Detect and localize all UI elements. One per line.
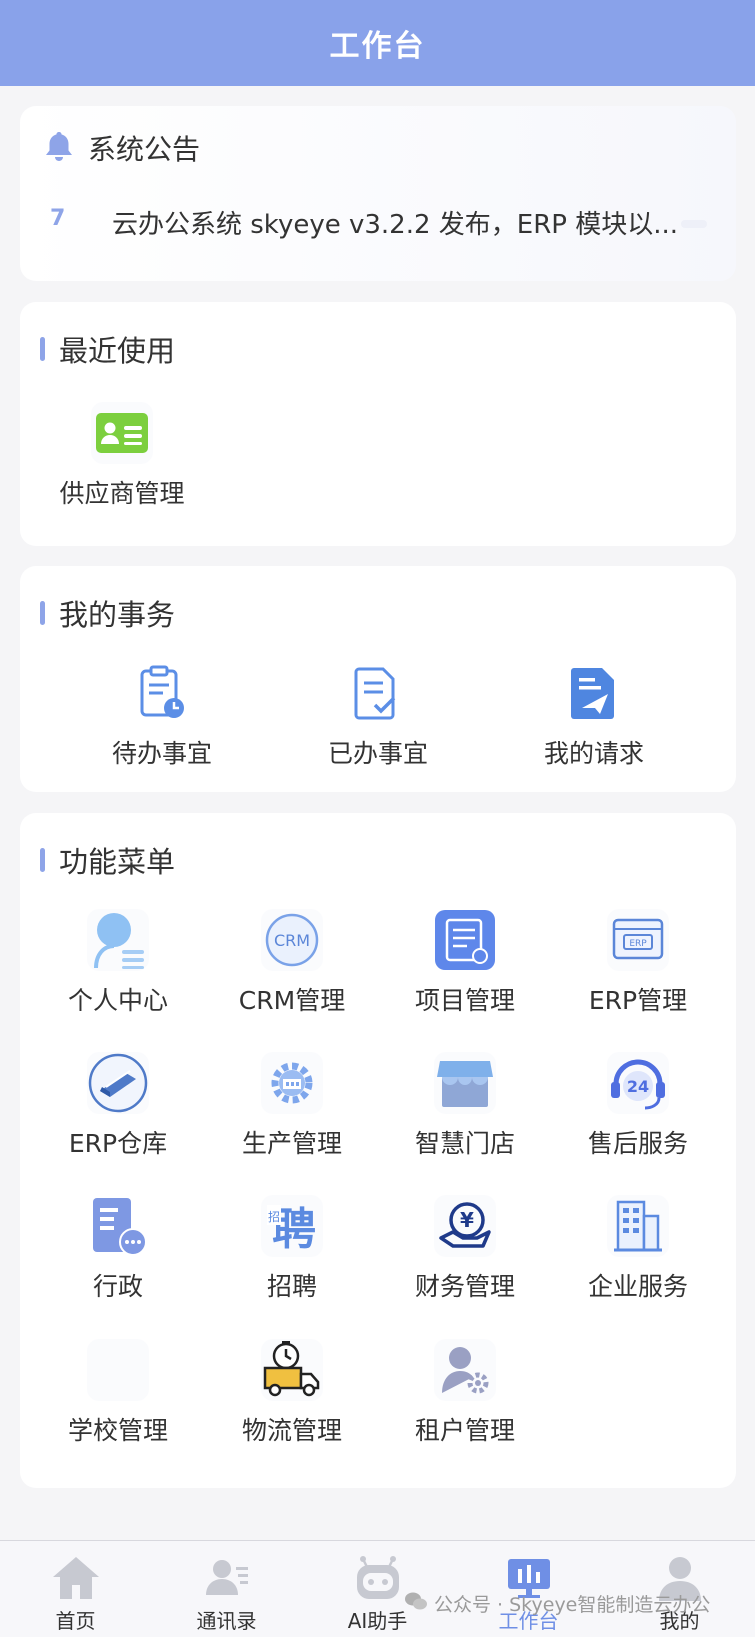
recent-card: 最近使用 供应商管理	[20, 302, 736, 546]
recruit-small-glyph: 招	[268, 1210, 280, 1224]
menu-item-enterprise[interactable]: 企业服务	[553, 1195, 723, 1303]
menu-item-finance[interactable]: ¥ 财务管理	[380, 1195, 550, 1303]
task-todo[interactable]: 待办事宜	[77, 662, 247, 770]
menu-item-personal[interactable]: 个人中心	[33, 909, 203, 1017]
tab-home[interactable]: 首页	[0, 1541, 151, 1634]
tasks-title: 我的事务	[59, 598, 176, 632]
menu-item-crm[interactable]: CRM CRM管理	[207, 909, 377, 1017]
menu-item-recruit[interactable]: 聘招 招聘	[207, 1195, 377, 1303]
task-request[interactable]: 我的请求	[509, 662, 679, 770]
title-accent-bar	[40, 601, 45, 625]
menu-item-project[interactable]: 项目管理	[380, 909, 550, 1017]
notice-title: 系统公告	[88, 133, 201, 166]
building-icon	[607, 1195, 669, 1257]
clipboard-clock-icon	[131, 662, 193, 724]
menu-item-warehouse[interactable]: ERP仓库	[33, 1052, 203, 1160]
menu-item-production[interactable]: 生产管理	[207, 1052, 377, 1160]
support-24-icon: 24	[607, 1052, 669, 1114]
menu-item-erp[interactable]: ERP ERP管理	[553, 909, 723, 1017]
erp-icon: ERP	[607, 909, 669, 971]
item-label: 待办事宜	[111, 739, 212, 768]
tab-ai-assistant[interactable]: AI助手	[302, 1541, 453, 1634]
item-label: 财务管理	[414, 1272, 515, 1301]
bottom-tabbar: 首页 通讯录 AI助手 工作台 我的	[0, 1540, 755, 1637]
notice-card[interactable]: 系统公告 7 云办公系统 skyeye v3.2.2 发布，ERP 模块以...	[20, 106, 736, 281]
section-title: 我的事务	[40, 592, 175, 634]
store-icon	[434, 1052, 496, 1114]
item-label: CRM管理	[238, 986, 346, 1015]
supplier-card-icon	[91, 402, 153, 464]
watermark-text: 公众号 · Skyeye智能制造云办公	[434, 1594, 711, 1616]
tenant-icon	[434, 1339, 496, 1401]
item-label: 我的请求	[543, 739, 644, 768]
tab-mine[interactable]: 我的	[604, 1541, 755, 1634]
recruit-icon: 聘招	[261, 1195, 323, 1257]
page-title: 工作台	[329, 29, 426, 64]
section-title: 最近使用	[40, 328, 175, 370]
school-icon	[87, 1339, 149, 1401]
item-label: 租户管理	[414, 1416, 515, 1445]
item-label: 智慧门店	[414, 1129, 515, 1158]
menu-item-admin[interactable]: 行政	[33, 1195, 203, 1303]
item-label: 学校管理	[67, 1416, 168, 1445]
document-send-icon	[563, 662, 625, 724]
tab-contacts[interactable]: 通讯录	[151, 1541, 302, 1634]
robot-icon	[353, 1553, 403, 1603]
logistics-truck-icon	[261, 1339, 323, 1401]
item-label: 个人中心	[67, 986, 168, 1015]
finance-yen-icon: ¥	[434, 1195, 496, 1257]
contacts-icon	[202, 1553, 252, 1603]
wechat-icon	[404, 1591, 428, 1616]
support-glyph: 24	[627, 1077, 649, 1096]
menu-item-support[interactable]: 24 售后服务	[553, 1052, 723, 1160]
menu-item-logistics[interactable]: 物流管理	[207, 1339, 377, 1447]
notice-message[interactable]: 云办公系统 skyeye v3.2.2 发布，ERP 模块以...	[112, 204, 682, 241]
tab-workbench[interactable]: 工作台	[453, 1541, 604, 1634]
crm-glyph: CRM	[274, 931, 310, 950]
menu-item-store[interactable]: 智慧门店	[380, 1052, 550, 1160]
notice-index: 7	[50, 206, 66, 231]
item-label: 行政	[92, 1272, 143, 1301]
menu-card: 功能菜单 个人中心 CRM CRM管理 项目管理 ERP ERP管理 ERP仓库	[20, 813, 736, 1488]
item-label: 已办事宜	[327, 739, 428, 768]
document-check-icon	[347, 662, 409, 724]
crm-icon: CRM	[261, 909, 323, 971]
menu-item-tenant[interactable]: 租户管理	[380, 1339, 550, 1447]
tab-label: 首页	[55, 1609, 96, 1633]
recent-item-supplier[interactable]: 供应商管理	[32, 402, 212, 510]
item-label: 项目管理	[414, 986, 515, 1015]
recent-title: 最近使用	[59, 334, 176, 368]
item-label: ERP管理	[588, 986, 688, 1015]
header-bar: 工作台	[0, 0, 755, 86]
title-accent-bar	[40, 337, 45, 361]
task-done[interactable]: 已办事宜	[293, 662, 463, 770]
item-label: 企业服务	[587, 1272, 688, 1301]
project-icon	[434, 909, 496, 971]
tasks-card: 我的事务 待办事宜 已办事宜 我的请求	[20, 566, 736, 792]
production-gear-icon	[261, 1052, 323, 1114]
warehouse-icon	[87, 1052, 149, 1114]
notice-indicator	[681, 220, 707, 228]
bell-icon	[44, 130, 74, 166]
item-label: 生产管理	[241, 1129, 342, 1158]
yen-glyph: ¥	[460, 1208, 474, 1232]
item-label: 供应商管理	[59, 479, 185, 508]
tab-label: 通讯录	[196, 1609, 257, 1633]
item-label: 招聘	[266, 1272, 317, 1301]
notice-header: 系统公告	[44, 128, 200, 168]
admin-doc-icon	[87, 1195, 149, 1257]
title-accent-bar	[40, 848, 45, 872]
home-icon	[51, 1553, 101, 1603]
erp-glyph: ERP	[629, 939, 647, 949]
person-icon	[87, 909, 149, 971]
watermark: 公众号 · Skyeye智能制造云办公	[404, 1590, 710, 1617]
item-label: 售后服务	[587, 1129, 688, 1158]
section-title: 功能菜单	[40, 839, 175, 881]
item-label: ERP仓库	[68, 1129, 168, 1158]
menu-item-school[interactable]: 学校管理	[33, 1339, 203, 1447]
menu-title: 功能菜单	[59, 845, 176, 879]
item-label: 物流管理	[241, 1416, 342, 1445]
